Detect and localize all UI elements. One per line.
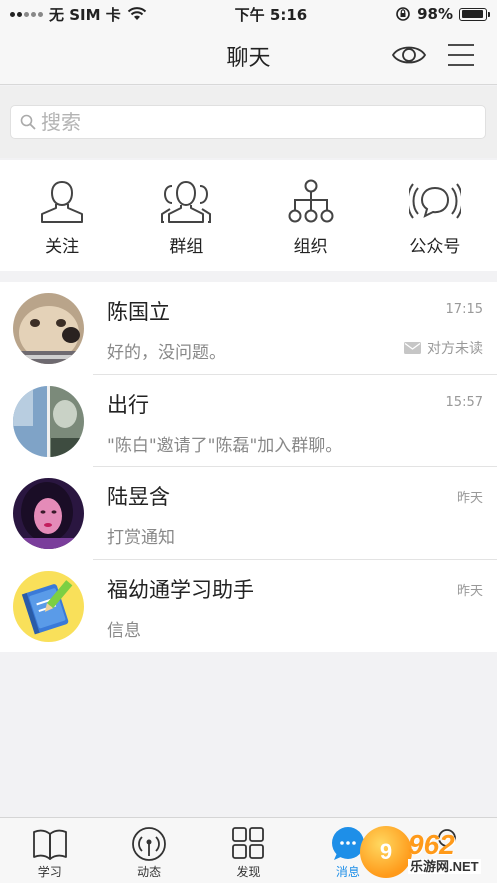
clock: 下午 5:16 bbox=[234, 5, 308, 24]
group-photo-avatar bbox=[13, 385, 84, 457]
watermark-site: 乐游网.NET bbox=[408, 858, 481, 874]
wifi-icon bbox=[127, 7, 146, 20]
signal-icon bbox=[10, 11, 43, 17]
chat-item[interactable]: 出行 15:57 "陈白"邀请了"陈磊"加入群聊。 bbox=[0, 375, 497, 467]
tab-activity[interactable]: 动态 bbox=[99, 818, 198, 883]
shortcut-groups[interactable]: 群组 bbox=[124, 160, 248, 271]
envelope-icon bbox=[404, 342, 421, 354]
chat-name: 出行 bbox=[107, 392, 149, 417]
portrait-avatar bbox=[13, 478, 84, 549]
watermark-brand: 乐游网 bbox=[410, 858, 450, 874]
shortcut-label: 组织 bbox=[293, 237, 328, 257]
org-tree-icon bbox=[288, 179, 334, 223]
shortcut-official-accounts[interactable]: 公众号 bbox=[373, 160, 497, 271]
chat-time: 15:57 bbox=[445, 394, 483, 410]
tab-label: 动态 bbox=[137, 865, 162, 879]
shortcut-label: 关注 bbox=[45, 237, 80, 257]
search-input[interactable] bbox=[41, 110, 461, 134]
hamburger-menu-icon[interactable] bbox=[446, 41, 476, 69]
grid-icon bbox=[232, 827, 265, 859]
shortcut-label: 公众号 bbox=[409, 237, 461, 257]
watermark-domain: .NET bbox=[449, 858, 479, 874]
chat-item[interactable]: 陆昱含 昨天 打赏通知 bbox=[0, 467, 497, 560]
status-right: 98% bbox=[395, 5, 490, 23]
status-bar: 无 SIM 卡 下午 5:16 98% bbox=[0, 0, 497, 28]
notebook-avatar bbox=[13, 570, 84, 642]
eye-icon[interactable] bbox=[390, 40, 428, 70]
site-watermark: 9 962 乐游网.NET bbox=[360, 826, 492, 878]
nav-bar: 聊天 bbox=[0, 28, 497, 85]
group-icon bbox=[161, 180, 212, 223]
chat-name: 陈国立 bbox=[107, 300, 170, 324]
unread-label: 对方未读 bbox=[427, 341, 483, 357]
status-left: 无 SIM 卡 bbox=[10, 4, 147, 25]
watermark-text: 962 乐游网.NET bbox=[408, 828, 481, 874]
orientation-lock-icon bbox=[396, 7, 410, 21]
unread-status: 对方未读 bbox=[404, 338, 483, 358]
watermark-number: 962 bbox=[408, 828, 455, 860]
broadcast-tower-icon bbox=[132, 827, 166, 861]
search-icon bbox=[20, 114, 36, 130]
chat-item[interactable]: 陈国立 17:15 好的，没问题。 对方未读 bbox=[0, 282, 497, 375]
chat-preview: 信息 bbox=[107, 620, 141, 641]
chat-item[interactable]: 福幼通学习助手 昨天 信息 bbox=[0, 560, 497, 653]
shortcut-organization[interactable]: 组织 bbox=[249, 160, 373, 271]
carrier-label: 无 SIM 卡 bbox=[49, 5, 121, 24]
chat-time: 17:15 bbox=[445, 302, 483, 317]
chat-preview: "陈白"邀请了"陈磊"加入群聊。 bbox=[107, 435, 343, 456]
broadcast-icon bbox=[408, 183, 461, 219]
watermark-logo: 9 bbox=[360, 826, 412, 878]
tab-label: 学习 bbox=[37, 865, 62, 879]
tab-label: 消息 bbox=[335, 865, 360, 879]
tab-label: 发现 bbox=[236, 865, 261, 879]
battery-icon bbox=[459, 7, 490, 21]
shortcut-follow[interactable]: 关注 bbox=[0, 160, 124, 271]
chat-time: 昨天 bbox=[456, 491, 483, 506]
chat-preview: 打赏通知 bbox=[107, 528, 175, 548]
chat-list: 陈国立 17:15 好的，没问题。 对方未读 出行 15:57 "陈白"邀请了"… bbox=[0, 282, 497, 652]
watermark-logo-text: 9 bbox=[379, 839, 393, 864]
chat-name: 陆昱含 bbox=[107, 485, 170, 509]
tab-discover[interactable]: 发现 bbox=[199, 818, 298, 883]
book-icon bbox=[32, 829, 67, 860]
chat-preview: 好的，没问题。 bbox=[107, 343, 226, 363]
battery-percent: 98% bbox=[417, 5, 453, 23]
tab-study[interactable]: 学习 bbox=[0, 818, 99, 883]
person-icon bbox=[41, 180, 84, 223]
shortcut-label: 群组 bbox=[169, 237, 204, 257]
dog-avatar bbox=[13, 293, 84, 364]
chat-name: 福幼通学习助手 bbox=[107, 577, 254, 602]
chat-time: 昨天 bbox=[456, 583, 483, 599]
shortcut-row: 关注 群组 组织 公众号 bbox=[0, 160, 497, 271]
search-section bbox=[0, 86, 497, 158]
search-box[interactable] bbox=[10, 105, 486, 139]
